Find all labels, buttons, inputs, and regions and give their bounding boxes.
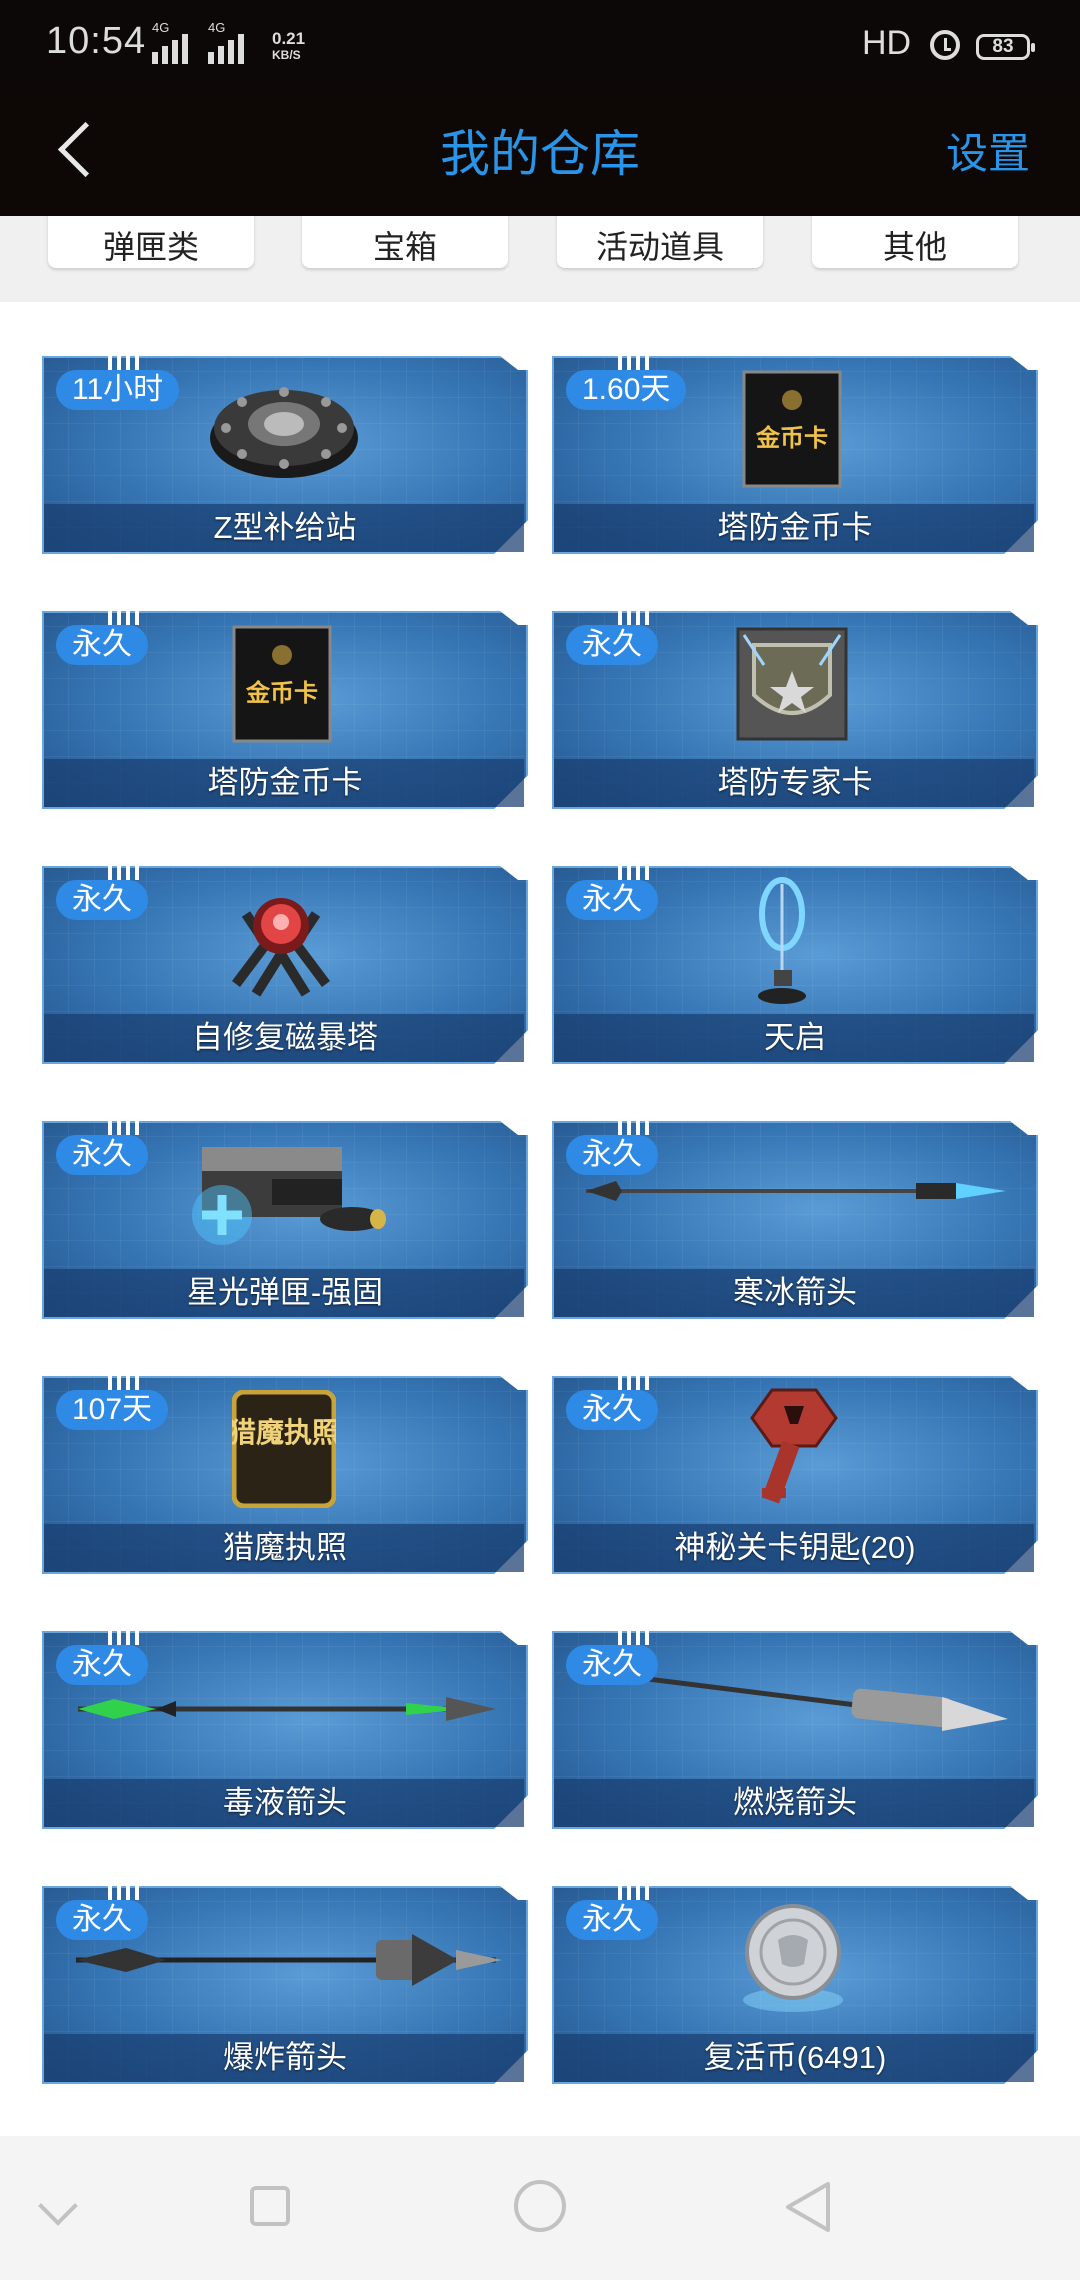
key-icon bbox=[750, 1388, 838, 1504]
svg-text:金币卡: 金币卡 bbox=[245, 679, 318, 707]
hd-voice-icon: HD bbox=[862, 24, 912, 62]
status-bar: 10:54 4G 4G 0.21 KB/S HD 83 bbox=[0, 0, 1080, 84]
gold-card-icon: 金币卡 bbox=[232, 625, 332, 743]
item-card[interactable]: 永久 自修复磁暴塔 bbox=[42, 866, 528, 1064]
revive-coin-icon bbox=[743, 1904, 843, 2012]
duration-badge: 永久 bbox=[56, 880, 148, 920]
supply-station-icon bbox=[210, 387, 358, 478]
network-speed: 0.21 KB/S bbox=[272, 29, 306, 62]
item-card[interactable]: 金币卡 1.60天 塔防金币卡 bbox=[552, 356, 1038, 554]
item-name: 星光弹匣-强固 bbox=[186, 1275, 384, 1310]
tab-other[interactable]: 其他 bbox=[812, 216, 1018, 268]
duration-badge: 永久 bbox=[566, 1135, 658, 1175]
nav-back-button[interactable] bbox=[782, 2180, 836, 2234]
duration-badge: 永久 bbox=[56, 1645, 148, 1685]
signal-icon-2: 4G bbox=[208, 20, 244, 64]
venom-arrow-icon bbox=[78, 1697, 496, 1721]
item-name: 神秘关卡钥匙(20) bbox=[674, 1530, 916, 1565]
item-name: 燃烧箭头 bbox=[733, 1785, 857, 1820]
item-card[interactable]: 11小时 Z型补给站 bbox=[42, 356, 528, 554]
app-header: 我的仓库 设置 bbox=[0, 84, 1080, 216]
item-card[interactable]: 永久 星光弹匣-强固 bbox=[42, 1121, 528, 1319]
magazine-icon bbox=[192, 1147, 386, 1245]
home-button[interactable] bbox=[514, 2180, 566, 2232]
item-name: 天启 bbox=[764, 1020, 826, 1055]
item-name: 寒冰箭头 bbox=[733, 1275, 857, 1310]
item-card[interactable]: 永久 毒液箭头 bbox=[42, 1631, 528, 1829]
duration-badge: 永久 bbox=[566, 1900, 658, 1940]
item-name: 毒液箭头 bbox=[223, 1785, 347, 1820]
signal-icon-1: 4G bbox=[152, 20, 188, 64]
item-name: 塔防专家卡 bbox=[717, 765, 873, 800]
item-name: 复活币(6491) bbox=[703, 2040, 887, 2075]
duration-badge: 永久 bbox=[566, 1390, 658, 1430]
duration-badge: 107天 bbox=[56, 1390, 169, 1430]
tab-magazines[interactable]: 弹匣类 bbox=[48, 216, 254, 268]
item-name: 自修复磁暴塔 bbox=[192, 1020, 378, 1055]
duration-badge: 永久 bbox=[56, 1135, 148, 1175]
item-card[interactable]: 永久 燃烧箭头 bbox=[552, 1631, 1038, 1829]
duration-badge: 永久 bbox=[566, 625, 658, 665]
item-name: 猎魔执照 bbox=[223, 1530, 347, 1565]
duration-badge: 永久 bbox=[566, 1645, 658, 1685]
duration-badge: 1.60天 bbox=[566, 370, 687, 410]
page-title: 我的仓库 bbox=[440, 126, 640, 182]
expert-card-icon bbox=[736, 627, 848, 741]
system-nav-bar bbox=[0, 2136, 1080, 2280]
category-tabs: 弹匣类 宝箱 活动道具 其他 bbox=[0, 216, 1080, 302]
status-time: 10:54 bbox=[46, 20, 147, 62]
item-card[interactable]: 金币卡 永久 塔防金币卡 bbox=[42, 611, 528, 809]
item-card[interactable]: 永久 复活币(6491) bbox=[552, 1886, 1038, 2084]
alarm-icon bbox=[930, 30, 960, 60]
item-name: 塔防金币卡 bbox=[207, 765, 363, 800]
recents-button[interactable] bbox=[250, 2186, 290, 2226]
item-card[interactable]: 永久 神秘关卡钥匙(20) bbox=[552, 1376, 1038, 1574]
item-card[interactable]: 猎魔执照 107天 猎魔执照 bbox=[42, 1376, 528, 1574]
collapse-icon[interactable] bbox=[38, 2186, 78, 2226]
inventory-grid: 11小时 Z型补给站 金币卡 1.60天 塔防金币卡 金币卡 永久 塔防金币卡 bbox=[0, 302, 1080, 2136]
settings-button[interactable]: 设置 bbox=[946, 120, 1030, 181]
apocalypse-icon bbox=[758, 877, 806, 1004]
tab-chests[interactable]: 宝箱 bbox=[302, 216, 508, 268]
battery-icon: 83 bbox=[976, 34, 1035, 60]
duration-badge: 永久 bbox=[56, 1900, 148, 1940]
item-card[interactable]: 永久 寒冰箭头 bbox=[552, 1121, 1038, 1319]
item-card[interactable]: 永久 爆炸箭头 bbox=[42, 1886, 528, 2084]
item-name: 爆炸箭头 bbox=[223, 2040, 347, 2075]
tab-event-items[interactable]: 活动道具 bbox=[557, 216, 763, 268]
item-name: Z型补给站 bbox=[213, 510, 357, 545]
item-card[interactable]: 永久 塔防专家卡 bbox=[552, 611, 1038, 809]
tesla-tower-icon bbox=[232, 898, 330, 997]
item-name: 塔防金币卡 bbox=[717, 510, 873, 545]
item-card[interactable]: 永久 天启 bbox=[552, 866, 1038, 1064]
license-icon: 猎魔执照 bbox=[232, 1390, 336, 1508]
svg-text:金币卡: 金币卡 bbox=[755, 424, 828, 452]
duration-badge: 11小时 bbox=[56, 370, 180, 410]
duration-badge: 永久 bbox=[56, 625, 148, 665]
fire-arrow-icon bbox=[631, 1674, 1008, 1731]
duration-badge: 永久 bbox=[566, 880, 658, 920]
svg-text:猎魔执照: 猎魔执照 bbox=[232, 1416, 336, 1449]
gold-card-icon: 金币卡 bbox=[742, 370, 842, 488]
